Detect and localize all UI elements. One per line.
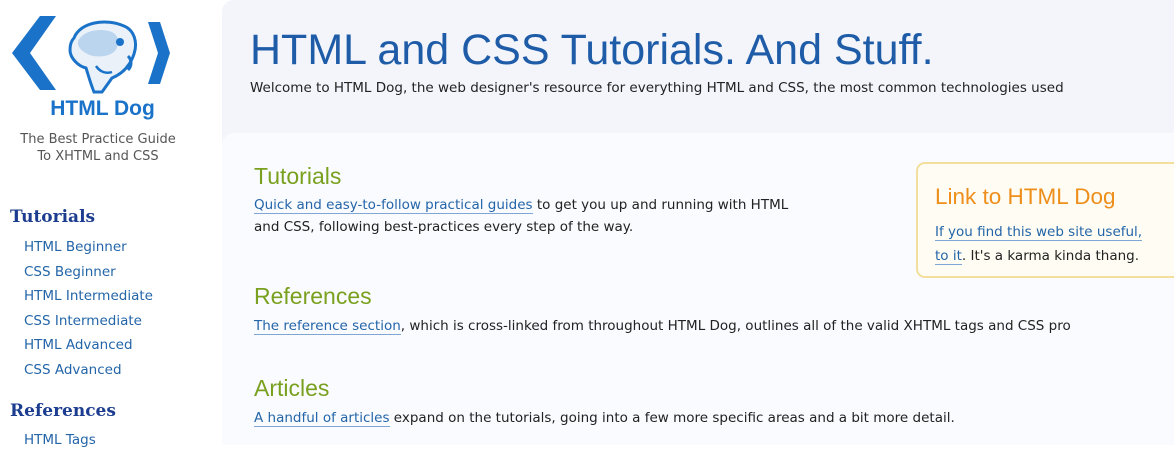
sidebar-link-css-beginner[interactable]: CSS Beginner [24,264,116,280]
tutorials-text: to get you up and running with HTML [532,197,789,213]
sidebar-link-html-beginner[interactable]: HTML Beginner [24,239,127,255]
articles-link[interactable]: A handful of articles [254,410,390,427]
linkbox-title: Link to HTML Dog [935,184,1116,209]
section-title-references: References [254,283,372,309]
sidebar-item: HTML Advanced [24,333,153,358]
reference-section-link[interactable]: The reference section [254,318,401,335]
main-area: HTML and CSS Tutorials. And Stuff. Welco… [222,0,1174,445]
sidebar-link-css-advanced[interactable]: CSS Advanced [24,362,122,378]
tagline-line-2: To XHTML and CSS [37,149,159,164]
page-title: HTML and CSS Tutorials. And Stuff. [250,26,934,74]
section-body-tutorials: Quick and easy-to-follow practical guide… [254,194,788,238]
linkbox-body: If you find this web site useful, to it.… [935,220,1143,268]
sidebar-item: CSS Advanced [24,358,153,383]
tagline-line-1: The Best Practice Guide [20,132,176,147]
section-body-articles: A handful of articles expand on the tuto… [254,407,955,429]
sidebar-heading-tutorials[interactable]: Tutorials [10,207,95,227]
sidebar: HTML Dog The Best Practice Guide To XHTM… [0,0,205,448]
page-intro: Welcome to HTML Dog, the web designer's … [250,80,1064,96]
sidebar-tutorials-list: HTML Beginner CSS Beginner HTML Intermed… [24,235,153,383]
linkbox-link-line-1[interactable]: If you find this web site useful, [935,224,1143,241]
brand-name[interactable]: HTML Dog [0,97,205,121]
sidebar-item: CSS Intermediate [24,309,153,334]
linkbox-link-to-it[interactable]: to it [935,248,962,265]
sidebar-item: CSS Beginner [24,260,153,285]
sidebar-item: HTML Tags [24,428,96,453]
tutorials-link[interactable]: Quick and easy-to-follow practical guide… [254,197,533,214]
html-dog-logo-icon[interactable] [10,8,170,98]
content-panel: Tutorials Quick and easy-to-follow pract… [222,133,1174,445]
sidebar-link-html-advanced[interactable]: HTML Advanced [24,337,133,353]
sidebar-link-html-intermediate[interactable]: HTML Intermediate [24,288,153,304]
sidebar-link-css-intermediate[interactable]: CSS Intermediate [24,313,142,329]
sidebar-link-html-tags[interactable]: HTML Tags [24,432,96,448]
brand-tagline: The Best Practice Guide To XHTML and CSS [0,131,196,165]
sidebar-item: HTML Beginner [24,235,153,260]
section-title-articles: Articles [254,375,330,401]
linkbox-text: . It's a karma kinda thang. [961,248,1140,264]
sidebar-references-list: HTML Tags [24,428,96,453]
section-body-references: The reference section, which is cross-li… [254,315,1071,337]
sidebar-item: HTML Intermediate [24,284,153,309]
tutorials-text-line-2: and CSS, following best-practices every … [254,219,634,235]
references-text: , which is cross-linked from throughout … [400,318,1071,334]
link-to-html-dog-box: Link to HTML Dog If you find this web si… [916,162,1174,278]
section-title-tutorials: Tutorials [254,163,342,189]
articles-text: expand on the tutorials, going into a fe… [389,410,955,426]
sidebar-heading-references[interactable]: References [10,401,116,421]
